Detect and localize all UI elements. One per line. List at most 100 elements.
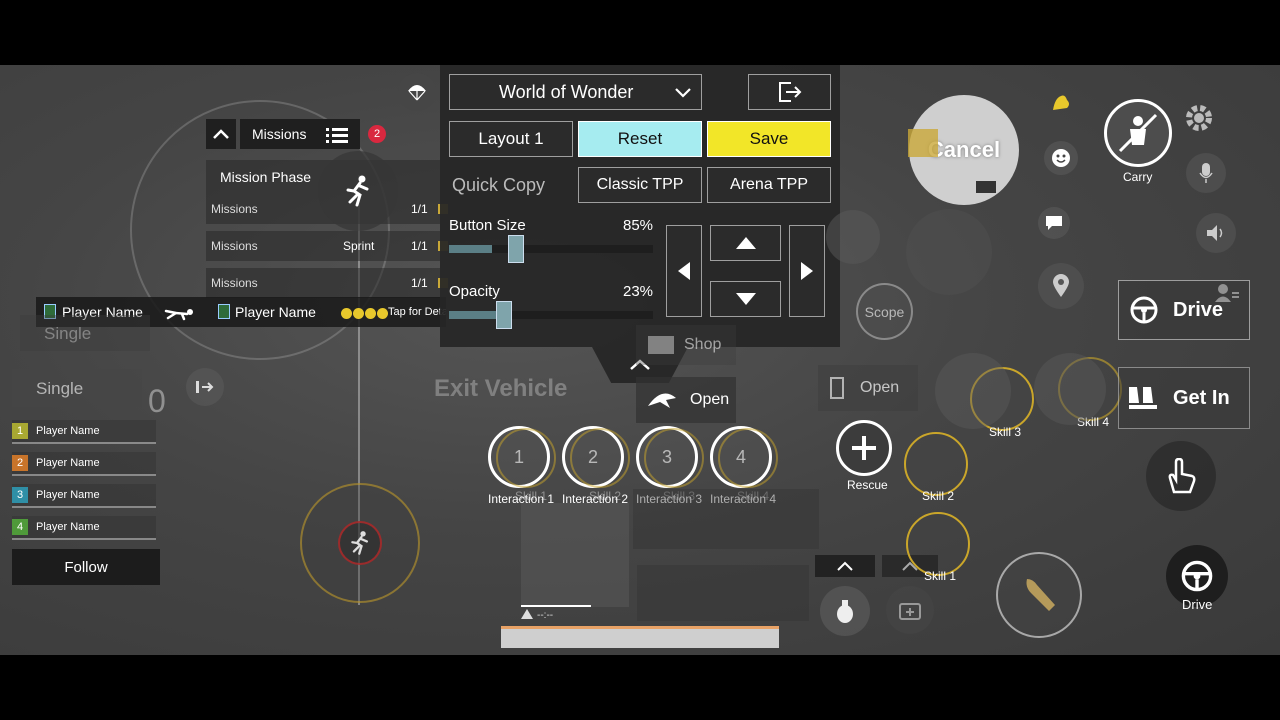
cancel-label: Cancel <box>927 137 1001 162</box>
throwable-expand-button[interactable] <box>815 555 875 577</box>
exit-icon <box>778 82 801 102</box>
save-button[interactable]: Save <box>707 121 831 157</box>
emote-icon[interactable] <box>1044 141 1078 175</box>
drive-button[interactable]: Drive <box>1118 280 1250 340</box>
microphone-icon[interactable] <box>1186 153 1226 193</box>
missions-badge: 2 <box>368 125 386 143</box>
team-list-item[interactable]: 3 Player Name <box>12 484 156 508</box>
missions-tab[interactable]: Missions <box>240 119 360 149</box>
opacity-slider[interactable] <box>449 301 653 329</box>
arena-tpp-label: Arena TPP <box>730 176 808 193</box>
movement-joystick[interactable] <box>300 483 420 603</box>
map-select-value: World of Wonder <box>499 81 634 102</box>
list-icon <box>326 127 348 146</box>
move-left-button[interactable] <box>666 225 702 317</box>
team-number: 1 <box>12 423 28 439</box>
sprint-label: Sprint <box>343 239 375 253</box>
reset-label: Reset <box>617 129 663 148</box>
medkit-button[interactable] <box>886 586 934 634</box>
arrow-up-icon <box>735 237 756 249</box>
rescue-button[interactable] <box>836 420 892 476</box>
fire-mode-single-bottom[interactable]: Single <box>12 369 142 407</box>
joystick-knob[interactable] <box>338 521 382 565</box>
peek-ghost-icon <box>906 209 992 295</box>
sparkle-icon <box>908 129 938 157</box>
scope-button[interactable]: Scope <box>856 283 913 340</box>
car-seat-icon <box>1129 387 1157 409</box>
mission-row[interactable]: Missions 1/1 <box>206 268 440 298</box>
map-marker-icon[interactable] <box>1038 263 1084 309</box>
slider-handle[interactable] <box>496 301 512 329</box>
camera-icon <box>976 181 996 193</box>
skill-1-button[interactable] <box>906 512 970 576</box>
reset-button[interactable]: Reset <box>578 121 702 157</box>
skill-label: Skill 1 <box>924 569 957 583</box>
running-man-icon <box>351 531 369 555</box>
carry-label: Carry <box>1123 170 1153 184</box>
glider-icon <box>648 393 676 408</box>
fire-mode-single-top[interactable]: Single <box>20 315 150 351</box>
move-right-button[interactable] <box>789 225 825 317</box>
team-list-item[interactable]: 1 Player Name <box>12 420 156 444</box>
classic-tpp-button[interactable]: Classic TPP <box>578 167 702 203</box>
mission-progress: 1/1 <box>411 202 428 216</box>
exit-layout-button[interactable] <box>748 74 831 110</box>
skill-ghost-ring <box>644 428 704 488</box>
tap-for-details[interactable]: Tap for Deta <box>388 306 446 318</box>
shop-button[interactable]: Shop <box>636 325 736 365</box>
opacity-label: Opacity <box>449 283 500 300</box>
bullet-icon <box>1026 579 1055 611</box>
placeholder-panel <box>637 565 809 621</box>
move-up-button[interactable] <box>710 225 781 261</box>
parachute-icon[interactable] <box>398 73 436 111</box>
warning-icon <box>521 609 533 619</box>
shield-icon <box>218 304 230 319</box>
slider-handle[interactable] <box>508 235 524 263</box>
team-number: 2 <box>12 455 28 471</box>
game-viewport: Missions 2 Mission Phase Missions 1/1 Mi… <box>0 65 1280 655</box>
move-down-button[interactable] <box>710 281 781 317</box>
team-player-name: Player Name <box>36 425 100 437</box>
chevron-up-icon <box>837 561 853 571</box>
exit-vehicle-label[interactable]: Exit Vehicle <box>434 375 567 403</box>
sprint-button[interactable] <box>318 151 398 231</box>
switch-icon <box>196 381 214 393</box>
get-in-button[interactable]: Get In <box>1118 367 1250 429</box>
switch-weapon-button[interactable] <box>186 368 224 406</box>
team-list-item[interactable]: 2 Player Name <box>12 452 156 476</box>
open-parachute-button[interactable]: Open <box>636 377 736 423</box>
follow-button[interactable]: Follow <box>12 549 160 585</box>
health-bar <box>501 626 779 648</box>
team-number: 4 <box>12 519 28 535</box>
mission-phase-label: Mission Phase <box>220 169 312 185</box>
team-list-item[interactable]: 4 Player Name <box>12 516 156 540</box>
arrow-down-icon <box>735 293 756 305</box>
layout-select-button[interactable]: Layout 1 <box>449 121 573 157</box>
map-select-dropdown[interactable]: World of Wonder <box>449 74 702 110</box>
team-player-name: Player Name <box>36 489 100 501</box>
carry-button[interactable] <box>1104 99 1172 167</box>
chevron-down-icon <box>675 88 691 98</box>
skill-label: Skill 2 <box>922 489 955 503</box>
save-label: Save <box>749 129 789 148</box>
grenade-button[interactable] <box>820 586 870 636</box>
ammo-ghost-icon <box>826 210 880 264</box>
rescue-label: Rescue <box>847 478 888 492</box>
skill-ghost-ring <box>570 428 630 488</box>
slider-fill <box>449 245 492 253</box>
fire-button[interactable] <box>996 552 1082 638</box>
open-door-button[interactable]: Open <box>818 365 918 411</box>
speaker-icon[interactable] <box>1196 213 1236 253</box>
plus-icon <box>852 436 876 460</box>
chat-icon[interactable] <box>1038 207 1070 239</box>
missions-collapse-button[interactable] <box>206 119 236 149</box>
gear-icon[interactable] <box>1178 97 1220 139</box>
aim-gesture-button[interactable] <box>1146 441 1216 511</box>
status-text: --:-- <box>521 609 553 621</box>
mission-row[interactable]: Missions Sprint 1/1 <box>206 231 440 261</box>
arena-tpp-button[interactable]: Arena TPP <box>707 167 831 203</box>
door-icon <box>830 377 844 399</box>
skill-2-button[interactable] <box>904 432 968 496</box>
flex-arm-icon[interactable] <box>1046 87 1076 117</box>
button-size-slider[interactable] <box>449 235 653 263</box>
